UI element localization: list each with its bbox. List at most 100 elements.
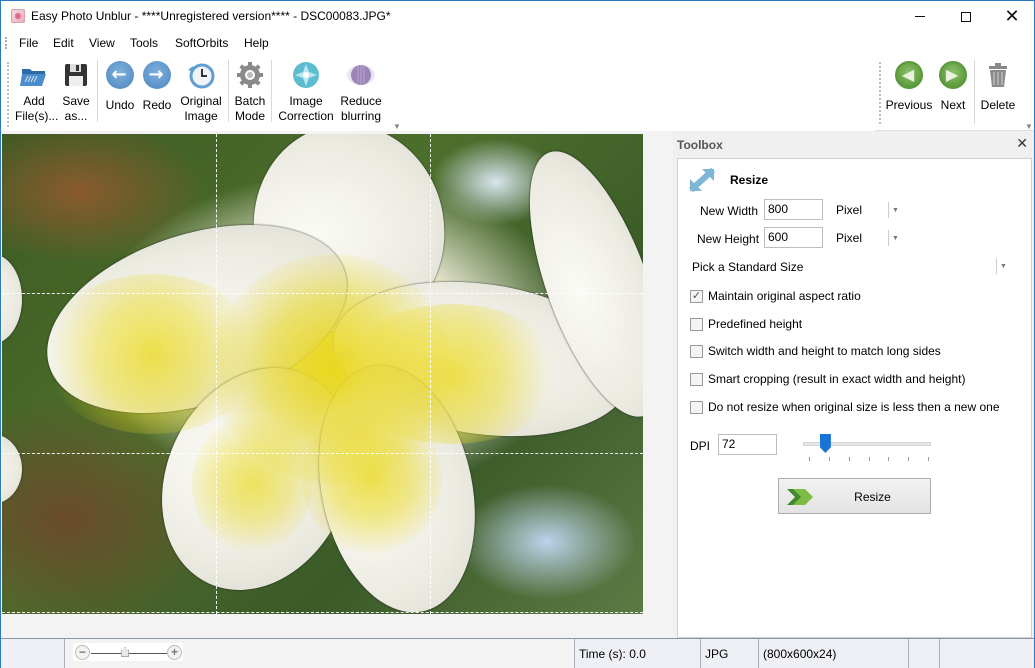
- image-correction-button[interactable]: Image Correction: [277, 60, 335, 124]
- slider-tick: [848, 457, 850, 461]
- new-width-unit[interactable]: Pixel: [836, 203, 862, 217]
- menu-view-label: View: [89, 36, 115, 50]
- new-height-unit[interactable]: Pixel: [836, 231, 862, 245]
- app-logo-icon: [11, 9, 25, 23]
- previous-label: Previous: [885, 98, 933, 112]
- status-cell-empty: [939, 639, 1034, 668]
- menu-grip[interactable]: [5, 37, 7, 49]
- flower-center: [192, 414, 312, 554]
- flower-center: [302, 404, 442, 554]
- photo-preview[interactable]: [2, 134, 643, 614]
- menu-edit[interactable]: Edit: [53, 36, 74, 50]
- standard-size-dropdown[interactable]: ▼: [996, 258, 1010, 274]
- close-icon: ✕: [1004, 5, 1020, 27]
- maximize-button[interactable]: [943, 1, 989, 32]
- image-canvas[interactable]: [1, 131, 673, 638]
- redo-button[interactable]: → Redo: [141, 60, 173, 113]
- toolbar-overflow-button[interactable]: ▼: [393, 122, 401, 131]
- maximize-icon: [961, 11, 971, 22]
- floppy-disk-icon: [61, 60, 91, 90]
- toolbar: Add File(s)... Save as... ← Undo → Redo …: [1, 54, 1034, 131]
- dpi-slider-thumb[interactable]: [819, 434, 831, 453]
- toolbar-divider: [875, 130, 1034, 131]
- new-width-input[interactable]: 800: [764, 199, 823, 220]
- toolbar-separator: [271, 60, 272, 122]
- zoom-slider[interactable]: − +: [73, 643, 183, 661]
- slider-tick: [908, 457, 910, 461]
- new-width-label: New Width: [700, 204, 759, 218]
- close-window-button[interactable]: ✕: [989, 1, 1035, 32]
- add-files-button[interactable]: Add File(s)...: [15, 60, 58, 124]
- checkbox-row[interactable]: ✓ Maintain original aspect ratio: [690, 289, 861, 303]
- reduce-blurring-label-1: Reduce: [340, 94, 382, 108]
- reduce-blurring-label-2: blurring: [340, 109, 382, 123]
- crop-grid-line: [2, 453, 643, 454]
- save-as-button[interactable]: Save as...: [59, 60, 93, 124]
- batch-mode-label-1: Batch: [234, 94, 266, 108]
- add-files-label-1: Add: [23, 94, 45, 108]
- zoom-out-button[interactable]: −: [75, 645, 90, 660]
- checkbox-label: Do not resize when original size is less…: [708, 400, 1000, 414]
- image-correction-label-1: Image: [289, 94, 323, 108]
- undo-button[interactable]: ← Undo: [103, 60, 137, 113]
- image-correction-label-2: Correction: [278, 109, 334, 123]
- checkbox-row[interactable]: Switch width and height to match long si…: [690, 344, 941, 358]
- delete-button[interactable]: Delete: [979, 60, 1017, 113]
- checkbox-row[interactable]: Predefined height: [690, 317, 802, 331]
- menu-tools-label: Tools: [130, 36, 159, 50]
- checkbox-unchecked[interactable]: [690, 400, 703, 414]
- menu-view[interactable]: View: [89, 36, 115, 50]
- zoom-slider-thumb[interactable]: [121, 647, 130, 657]
- checkbox-unchecked[interactable]: [690, 317, 703, 331]
- title-bar: Easy Photo Unblur - ****Unregistered ver…: [1, 1, 1034, 32]
- menu-softorbits[interactable]: SoftOrbits: [175, 36, 228, 50]
- next-button[interactable]: ▶ Next: [937, 60, 969, 113]
- checkbox-unchecked[interactable]: [690, 344, 703, 358]
- zoom-in-button[interactable]: +: [167, 645, 182, 660]
- toolbar-grip[interactable]: [7, 62, 9, 127]
- minus-icon: −: [78, 645, 86, 659]
- menu-file[interactable]: File: [19, 36, 38, 50]
- toolbox-close-button[interactable]: ✕: [1016, 136, 1028, 152]
- original-image-label-1: Original: [180, 94, 222, 108]
- previous-button[interactable]: ◀ Previous: [885, 60, 933, 113]
- checkbox-label: Smart cropping (result in exact width an…: [708, 372, 966, 386]
- next-arrow-icon: ▶: [938, 60, 968, 90]
- next-label: Next: [940, 98, 966, 112]
- checkbox-row[interactable]: Smart cropping (result in exact width an…: [690, 372, 965, 386]
- window-title: Easy Photo Unblur - ****Unregistered ver…: [31, 9, 391, 23]
- save-as-label-2: as...: [64, 109, 88, 123]
- redo-arrow-icon: →: [142, 60, 172, 90]
- standard-size-select[interactable]: Pick a Standard Size: [692, 260, 803, 274]
- slider-tick: [828, 457, 830, 461]
- blur-sphere-icon: [346, 60, 376, 90]
- checkbox-unchecked[interactable]: [690, 372, 703, 386]
- menu-help-label: Help: [244, 36, 269, 50]
- original-image-button[interactable]: Original Image: [179, 60, 223, 124]
- undo-arrow-icon: ←: [105, 60, 135, 90]
- reduce-blurring-button[interactable]: Reduce blurring: [339, 60, 383, 124]
- checkbox-checked[interactable]: ✓: [690, 289, 703, 303]
- menu-help[interactable]: Help: [244, 36, 269, 50]
- toolbar-grip-right[interactable]: [879, 62, 881, 124]
- batch-mode-button[interactable]: Batch Mode: [232, 60, 268, 124]
- chevron-down-icon: ▼: [1000, 262, 1007, 270]
- dpi-input[interactable]: 72: [718, 434, 777, 455]
- chevron-down-icon: ▼: [892, 206, 899, 214]
- crop-grid-line: [2, 612, 643, 613]
- toolbox-panel: Toolbox ✕ Resize New Width 800 Pixel ▼ N…: [673, 134, 1034, 638]
- width-unit-dropdown[interactable]: ▼: [888, 202, 902, 218]
- gear-icon: [235, 60, 265, 90]
- plus-icon: +: [170, 645, 178, 659]
- menu-tools[interactable]: Tools: [130, 36, 158, 50]
- height-unit-dropdown[interactable]: ▼: [888, 230, 902, 246]
- new-height-input[interactable]: 600: [764, 227, 823, 248]
- checkbox-row[interactable]: Do not resize when original size is less…: [690, 400, 1000, 414]
- resize-button-label: Resize: [854, 490, 891, 504]
- minimize-button[interactable]: [897, 1, 943, 32]
- save-as-label-1: Save: [62, 94, 90, 108]
- toolbox-title: Toolbox: [677, 138, 723, 152]
- resize-button[interactable]: Resize: [778, 478, 931, 514]
- menu-bar: File Edit View Tools SoftOrbits Help: [1, 32, 1034, 54]
- original-image-label-2: Image: [184, 109, 218, 123]
